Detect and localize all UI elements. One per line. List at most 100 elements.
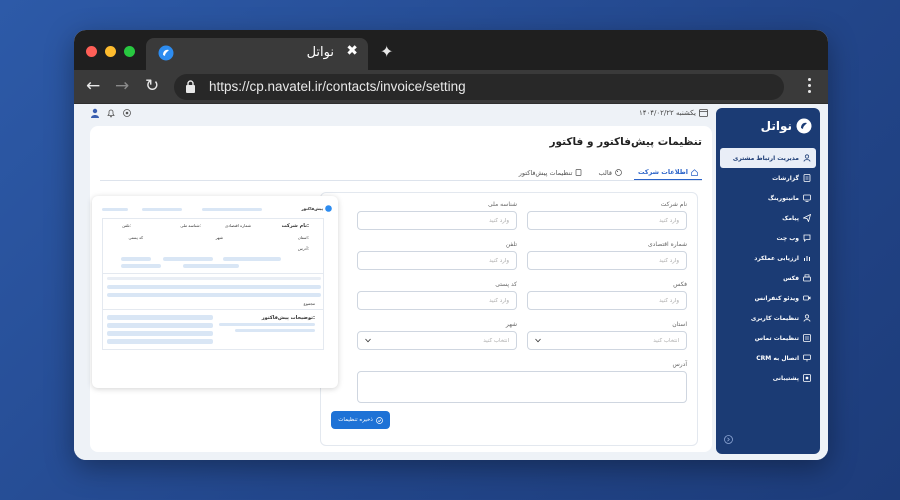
sidebar: نواتل مدیریت ارتباط مشتری گزارشات مانیتو… xyxy=(716,108,820,454)
phone-settings-icon xyxy=(803,334,811,342)
tab-company-info[interactable]: اطلاعات شرکت xyxy=(633,165,702,180)
sidebar-item-monitoring[interactable]: مانیتورینگ xyxy=(720,188,816,208)
sidebar-item-label: فکس xyxy=(783,274,799,282)
sidebar-item-reports[interactable]: گزارشات xyxy=(720,168,816,188)
sidebar-item-webchat[interactable]: وب چت xyxy=(720,228,816,248)
sidebar-item-fax[interactable]: فکس xyxy=(720,268,816,288)
sidebar-item-label: مدیریت ارتباط مشتری xyxy=(732,154,799,162)
economic-code-input[interactable]: وارد کنید xyxy=(527,251,687,270)
company-name-input[interactable]: وارد کنید xyxy=(527,211,687,230)
page-content: یکشنبه ۱۴۰۴/۰۲/۲۲ نواتل مدیریت ارتباط مش… xyxy=(74,104,828,460)
preview-table-header xyxy=(107,277,321,280)
user-icon xyxy=(803,154,811,162)
minimize-window-button[interactable] xyxy=(105,46,116,57)
preview-document: نام شرکت: شماره اقتصادی شناسه ملی: تلفن:… xyxy=(102,218,324,350)
tab-label: قالب xyxy=(598,168,612,177)
settings-tabs: اطلاعات شرکت قالب تنظیمات پیش‌فاکتور xyxy=(100,165,702,181)
national-id-field: شناسه ملی وارد کنید xyxy=(357,201,517,230)
top-bar: یکشنبه ۱۴۰۴/۰۲/۲۲ xyxy=(74,104,828,124)
date-text: یکشنبه ۱۴۰۴/۰۲/۲۲ xyxy=(638,108,696,117)
address-textarea[interactable] xyxy=(357,371,687,403)
maximize-window-button[interactable] xyxy=(124,46,135,57)
video-icon xyxy=(803,295,811,301)
monitor-icon xyxy=(803,194,811,202)
sidebar-item-call-settings[interactable]: تنظیمات تماس xyxy=(720,328,816,348)
preview-address-label: آدرس: xyxy=(297,246,309,251)
preview-skeleton xyxy=(183,264,239,268)
sidebar-item-label: اتصال به CRM xyxy=(756,354,799,362)
user-settings-icon xyxy=(803,314,811,322)
reload-icon[interactable]: ↻ xyxy=(145,77,159,95)
city-select[interactable]: انتخاب کنید xyxy=(357,331,517,350)
preview-province-label: استان: xyxy=(297,235,309,240)
economic-code-label: شماره اقتصادی xyxy=(647,241,687,248)
browser-tab[interactable]: نواتل ✖ xyxy=(146,38,368,70)
preview-title: پیش‌فاکتور xyxy=(301,206,323,211)
new-tab-icon[interactable]: ✦ xyxy=(380,42,393,61)
preview-divider xyxy=(103,309,323,310)
preview-skeleton xyxy=(223,257,281,261)
support-icon xyxy=(803,374,811,382)
national-id-input[interactable]: وارد کنید xyxy=(357,211,517,230)
sidebar-item-label: تنظیمات تماس xyxy=(754,334,799,342)
preview-skeleton xyxy=(142,208,182,211)
crm-icon xyxy=(803,354,811,362)
city-field: شهر انتخاب کنید xyxy=(357,321,517,350)
sidebar-item-video-conference[interactable]: ویدئو کنفرانس xyxy=(720,288,816,308)
close-window-button[interactable] xyxy=(86,46,97,57)
sidebar-item-support[interactable]: پشتیبانی xyxy=(720,368,816,388)
doc-icon xyxy=(576,169,582,176)
tab-proforma-settings[interactable]: تنظیمات پیش‌فاکتور xyxy=(515,165,587,180)
sidebar-item-crm-connect[interactable]: اتصال به CRM xyxy=(720,348,816,368)
sidebar-item-crm-management[interactable]: مدیریت ارتباط مشتری xyxy=(720,148,816,168)
tab-close-icon[interactable]: ✖ xyxy=(346,43,358,59)
forward-icon[interactable]: → xyxy=(115,77,129,95)
company-info-form: نام شرکت وارد کنید شناسه ملی وارد کنید ش… xyxy=(320,192,698,446)
tab-label: تنظیمات پیش‌فاکتور xyxy=(518,168,573,177)
fax-input[interactable]: وارد کنید xyxy=(527,291,687,310)
company-name-field: نام شرکت وارد کنید xyxy=(527,201,687,230)
collapse-sidebar-icon[interactable] xyxy=(724,435,733,444)
browser-menu-icon[interactable] xyxy=(808,78,812,95)
tab-template[interactable]: قالب xyxy=(594,165,625,180)
url-input[interactable]: https://cp.navatel.ir/contacts/invoice/s… xyxy=(174,74,784,100)
save-settings-button[interactable]: ذخیره تنظیمات xyxy=(331,411,390,429)
back-icon[interactable]: ← xyxy=(86,77,100,95)
province-label: استان xyxy=(672,321,687,328)
phone-field: تلفن وارد کنید xyxy=(357,241,517,270)
save-button-label: ذخیره تنظیمات xyxy=(338,417,373,423)
city-label: شهر xyxy=(505,321,517,328)
preview-skeleton xyxy=(121,264,161,268)
phone-label: تلفن xyxy=(505,241,517,248)
preview-postal-label: کد پستی xyxy=(128,235,144,240)
main-card: تنظیمات پیش‌فاکتور و فاکتور اطلاعات شرکت… xyxy=(90,126,712,452)
preview-skeleton xyxy=(107,331,213,336)
settings-icon[interactable] xyxy=(122,108,132,118)
navatel-favicon-icon xyxy=(158,45,174,61)
brand: نواتل xyxy=(761,118,812,134)
avatar-icon[interactable] xyxy=(90,108,100,118)
sidebar-item-user-settings[interactable]: تنظیمات کاربری xyxy=(720,308,816,328)
tab-title: نواتل xyxy=(306,45,334,60)
phone-input[interactable]: وارد کنید xyxy=(357,251,517,270)
postal-code-input[interactable]: وارد کنید xyxy=(357,291,517,310)
sidebar-item-label: گزارشات xyxy=(772,174,799,182)
address-bar: ← → ↻ https://cp.navatel.ir/contacts/inv… xyxy=(74,70,828,104)
postal-code-label: کد پستی xyxy=(495,281,517,288)
sidebar-item-label: وب چت xyxy=(776,234,799,242)
chevron-down-icon xyxy=(365,338,371,343)
sidebar-item-performance[interactable]: ارزیابی عملکرد xyxy=(720,248,816,268)
bell-icon[interactable] xyxy=(106,108,116,118)
sidebar-item-label: پشتیبانی xyxy=(772,374,799,382)
preview-national-label: شناسه ملی: xyxy=(180,223,201,228)
preview-skeleton xyxy=(107,323,213,328)
check-circle-icon xyxy=(375,416,383,424)
company-name-label: نام شرکت xyxy=(660,201,687,208)
sidebar-item-label: ارزیابی عملکرد xyxy=(754,254,799,262)
preview-skeleton xyxy=(107,339,213,344)
preview-skeleton xyxy=(121,257,151,261)
send-icon xyxy=(803,214,811,222)
sidebar-item-sms[interactable]: پیامک xyxy=(720,208,816,228)
province-select[interactable]: انتخاب کنید xyxy=(527,331,687,350)
address-label: آدرس xyxy=(672,361,687,368)
